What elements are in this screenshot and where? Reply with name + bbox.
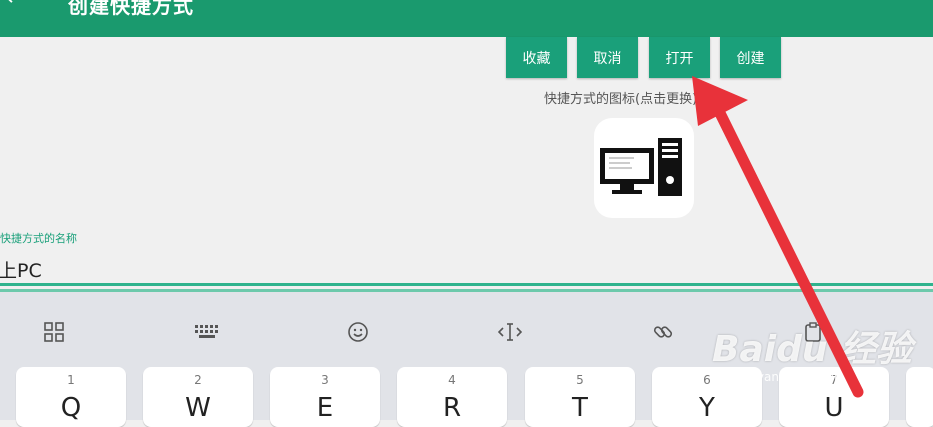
red-pointer-arrow [692,76,864,398]
